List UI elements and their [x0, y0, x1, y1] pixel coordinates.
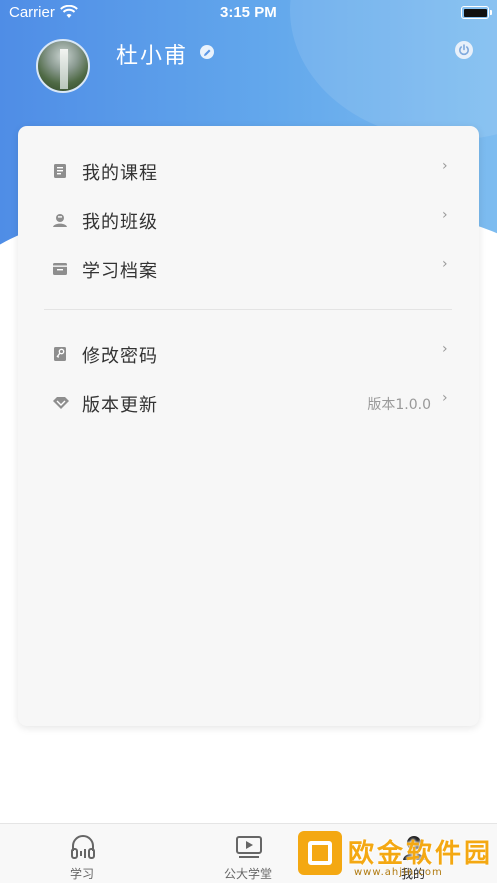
status-time: 3:15 PM	[220, 4, 277, 21]
avatar-waterfall-image	[60, 49, 68, 89]
headphones-icon	[69, 834, 97, 864]
version-value: 版本1.0.0	[367, 397, 431, 413]
chevron-right-icon: ›	[442, 158, 448, 174]
video-icon	[235, 834, 263, 864]
menu-item-label: 我的课程	[82, 163, 158, 184]
wifi-icon	[60, 4, 78, 23]
edit-pencil-icon[interactable]	[200, 45, 214, 59]
tab-label: 学习	[69, 867, 94, 881]
carrier-label: Carrier	[9, 4, 55, 21]
menu-item-study-archive[interactable]: 学习档案 ›	[18, 249, 479, 289]
chevron-right-icon: ›	[442, 341, 448, 357]
class-user-icon	[52, 212, 68, 228]
watermark-logo: 欧金软件园 www.ahjin.com	[294, 827, 494, 879]
menu-item-my-class[interactable]: 我的班级 ›	[18, 200, 479, 240]
tab-study[interactable]: 学习	[22, 824, 142, 883]
menu-item-label: 我的班级	[82, 212, 158, 233]
avatar[interactable]	[36, 39, 90, 93]
power-icon[interactable]	[455, 41, 473, 59]
watermark-text: 欧金软件园	[348, 839, 494, 869]
tab-label: 公大学堂	[223, 867, 272, 881]
status-bar: Carrier 3:15 PM	[0, 0, 497, 26]
chevron-right-icon: ›	[442, 390, 448, 406]
chevron-right-icon: ›	[442, 207, 448, 223]
battery-icon	[461, 6, 492, 19]
user-name: 杜小甫	[116, 44, 189, 69]
menu-item-label: 修改密码	[82, 346, 158, 367]
watermark-url: www.ahjin.com	[354, 867, 443, 878]
chevron-right-icon: ›	[442, 256, 448, 272]
menu-item-my-courses[interactable]: 我的课程 ›	[18, 151, 479, 191]
book-icon	[52, 163, 68, 179]
menu-item-label: 学习档案	[82, 261, 158, 282]
watermark-logo-icon	[298, 831, 342, 875]
archive-icon	[52, 261, 68, 277]
menu-item-label: 版本更新	[82, 395, 158, 416]
diamond-icon	[52, 395, 69, 411]
menu-divider	[44, 309, 452, 310]
menu-card: 我的课程 › 我的班级 › 学习档案 › 修改密码 › 版本更新 版本1.0.0…	[18, 126, 479, 726]
menu-item-version-update[interactable]: 版本更新 版本1.0.0 ›	[18, 383, 479, 423]
key-icon	[52, 346, 68, 362]
tab-public-class[interactable]: 公大学堂	[188, 824, 308, 883]
menu-item-change-password[interactable]: 修改密码 ›	[18, 334, 479, 374]
